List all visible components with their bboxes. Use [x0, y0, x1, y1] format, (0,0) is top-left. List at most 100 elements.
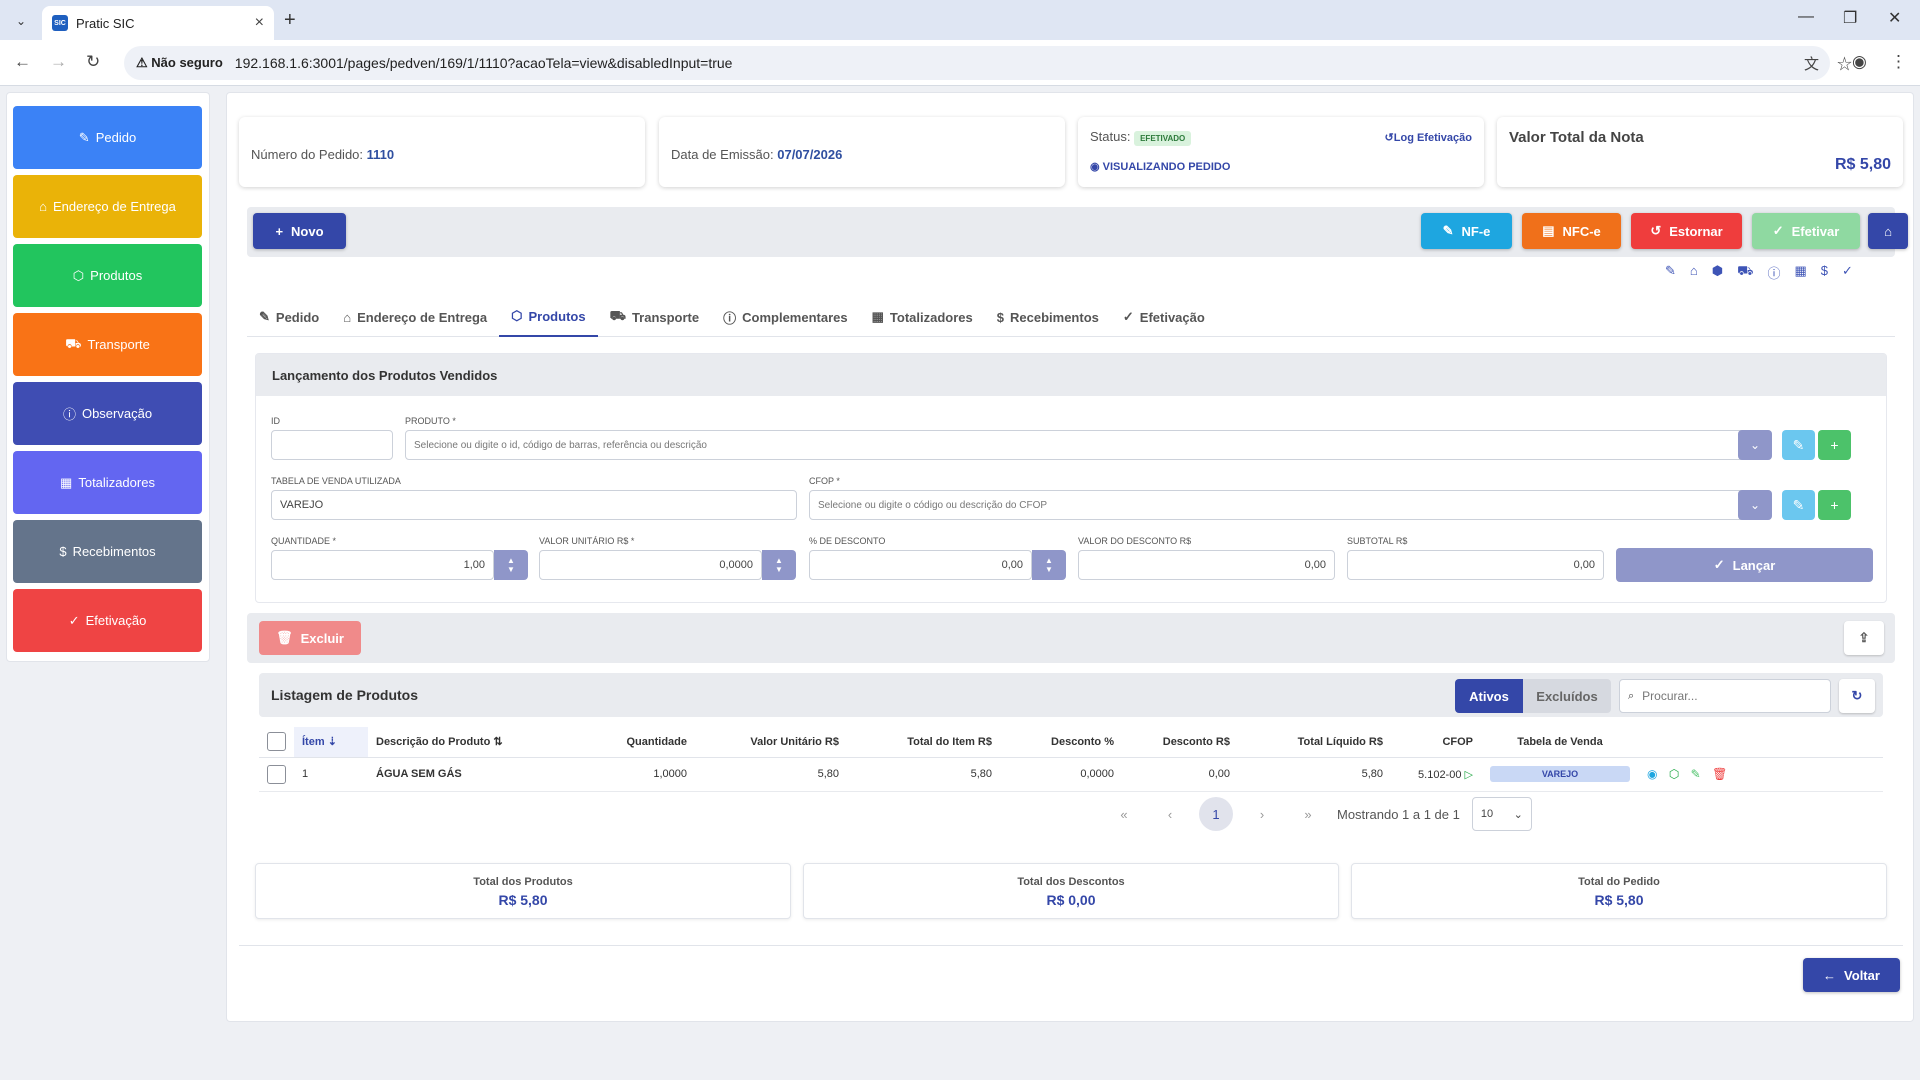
back-icon[interactable]: ← [14, 52, 31, 72]
disc-pct-input[interactable]: 0,00 [809, 550, 1032, 580]
first-page-icon[interactable]: « [1107, 797, 1141, 831]
sidebar-item-pedido[interactable]: ✎ Pedido [13, 106, 202, 169]
play-icon[interactable]: ▷ [1465, 769, 1473, 781]
nfe-button[interactable]: ✎ NF-e [1421, 213, 1512, 249]
new-button[interactable]: + Novo [253, 213, 346, 249]
launch-button[interactable]: ✓ Lançar [1616, 548, 1873, 582]
add-cfop-button[interactable]: + [1818, 490, 1851, 520]
tab-search-icon[interactable]: ⌄ [10, 10, 32, 32]
tab-produtos[interactable]: ⬡ Produtos [499, 297, 598, 337]
edit-cfop-button[interactable]: ✎ [1782, 490, 1815, 520]
edit-icon[interactable]: ✎ [1691, 767, 1701, 781]
forward-icon[interactable]: → [50, 52, 67, 72]
tab-endereco[interactable]: ⌂ Endereço de Entrega [331, 297, 499, 337]
box-icon[interactable]: ⬢ [1712, 263, 1723, 282]
back-button[interactable]: ← Voltar [1803, 958, 1900, 992]
sidebar-item-produtos[interactable]: ⬡ Produtos [13, 244, 202, 307]
info-icon: ⓘ [62, 407, 76, 422]
chevron-down-icon[interactable]: ⌄ [1738, 430, 1772, 460]
tab-transporte[interactable]: ⛟ Transporte [598, 297, 712, 337]
sidebar-item-efetivacao[interactable]: ✓ Efetivação [13, 589, 202, 652]
disc-pct-stepper[interactable]: ▲ ▼ [1032, 550, 1066, 580]
row-checkbox[interactable] [267, 764, 286, 784]
product-label: PRODUTO * [405, 416, 456, 426]
subtotal-input[interactable]: 0,00 [1347, 550, 1604, 580]
effect-button[interactable]: ✓ Efetivar [1752, 213, 1860, 249]
chevron-down-icon[interactable]: ⌄ [1738, 490, 1772, 520]
tab-efetivacao[interactable]: ✓ Efetivação [1111, 297, 1217, 337]
excluded-filter-button[interactable]: Excluídos [1523, 679, 1611, 713]
delete-toolbar: 🗑 Excluir ⇪ [247, 613, 1895, 663]
unit-price-stepper[interactable]: ▲ ▼ [762, 550, 796, 580]
browser-tab[interactable]: SIC Pratic SIC × [42, 6, 274, 40]
nfce-button[interactable]: ▤ NFC-e [1522, 213, 1621, 249]
info-icon: ⓘ [723, 310, 737, 326]
profile-icon[interactable]: ◉ [1852, 52, 1867, 72]
col-item[interactable]: Ítem ⇣ [294, 727, 368, 758]
export-button[interactable]: ⇪ [1844, 621, 1884, 655]
restore-icon[interactable]: ❐ [1843, 8, 1857, 28]
log-link[interactable]: ↺Log Efetivação [1385, 131, 1472, 144]
qty-stepper[interactable]: ▲ ▼ [494, 550, 528, 580]
issue-date-label: Data de Emissão: [671, 147, 774, 162]
minimize-icon[interactable]: — [1798, 8, 1814, 26]
price-table-label: TABELA DE VENDA UTILIZADA [271, 476, 401, 486]
last-page-icon[interactable]: » [1291, 797, 1325, 831]
url-field[interactable]: ⚠ Não seguro 192.168.1.6:3001/pages/pedv… [124, 46, 1830, 80]
info-icon[interactable]: ⓘ [1767, 263, 1780, 282]
form-title: Lançamento dos Produtos Vendidos [256, 354, 1886, 396]
cfop-select[interactable]: Selecione ou digite o código ou descriçã… [809, 490, 1772, 520]
edit-product-button[interactable]: ✎ [1782, 430, 1815, 460]
sidebar-item-transporte[interactable]: ⛟ Transporte [13, 313, 202, 376]
page-size-select[interactable]: 10 ⌄ [1471, 797, 1532, 831]
search-input[interactable]: ⌕ Procurar... [1619, 679, 1831, 713]
sidebar-item-endereco[interactable]: ⌂ Endereço de Entrega [13, 175, 202, 238]
add-product-button[interactable]: + [1818, 430, 1851, 460]
sidebar-item-totalizadores[interactable]: ▦ Totalizadores [13, 451, 202, 514]
reverse-button[interactable]: ↺ Estornar [1631, 213, 1742, 249]
home-button[interactable]: ⌂ [1868, 213, 1908, 249]
sidebar-item-recebimentos[interactable]: $ Recebimentos [13, 520, 202, 583]
cell-total: 5,80 [847, 757, 1000, 792]
close-tab-icon[interactable]: × [255, 14, 264, 32]
delete-button[interactable]: 🗑 Excluir [259, 621, 361, 655]
next-page-icon[interactable]: › [1245, 797, 1279, 831]
tab-complementares[interactable]: ⓘ Complementares [711, 297, 860, 337]
favicon-icon: SIC [52, 15, 68, 31]
menu-icon[interactable]: ⋮ [1890, 52, 1907, 72]
view-icon[interactable]: ◉ [1647, 767, 1657, 781]
box-icon: ⬡ [511, 308, 523, 323]
check-circle-icon[interactable]: ✓ [1842, 263, 1853, 282]
sidebar-item-observacao[interactable]: ⓘ Observação [13, 382, 202, 445]
tab-totalizadores[interactable]: ▦ Totalizadores [860, 297, 985, 337]
product-select[interactable]: Selecione ou digite o id, código de barr… [405, 430, 1772, 460]
home-icon[interactable]: ⌂ [1690, 263, 1698, 282]
check-circle-icon: ✓ [1122, 309, 1134, 324]
security-warning[interactable]: ⚠ Não seguro [136, 55, 223, 71]
qty-input[interactable]: 1,00 [271, 550, 494, 580]
action-toolbar: + Novo ✎ NF-e ▤ NFC-e ↺ Estornar ✓ Efetivar ⌂ [247, 207, 1908, 257]
close-window-icon[interactable]: ✕ [1888, 8, 1901, 28]
select-all-checkbox[interactable] [267, 732, 286, 752]
tab-pedido[interactable]: ✎ Pedido [247, 297, 331, 337]
prev-page-icon[interactable]: ‹ [1153, 797, 1187, 831]
box-icon[interactable]: ⬡ [1669, 767, 1679, 781]
id-input[interactable] [271, 430, 393, 460]
page-1[interactable]: 1 [1199, 797, 1233, 831]
calculator-icon[interactable]: ▦ [1795, 263, 1807, 282]
new-tab-icon[interactable]: + [284, 9, 296, 32]
refresh-button[interactable]: ↻ [1839, 679, 1875, 713]
cell-cfop: 5.102-00 ▷ [1391, 757, 1481, 792]
edit-icon[interactable]: ✎ [1665, 263, 1676, 282]
unit-price-input[interactable]: 0,0000 [539, 550, 762, 580]
active-filter-button[interactable]: Ativos [1455, 679, 1523, 713]
dollar-icon[interactable]: $ [1821, 263, 1828, 282]
truck-icon[interactable]: ⛟ [1737, 263, 1753, 282]
disc-val-input[interactable]: 0,00 [1078, 550, 1335, 580]
price-table-input[interactable]: VAREJO [271, 490, 797, 520]
quick-nav-icons: ✎ ⌂ ⬢ ⛟ ⓘ ▦ $ ✓ [1665, 263, 1853, 282]
trash-icon[interactable]: 🗑 [1712, 767, 1727, 781]
tab-recebimentos[interactable]: $ Recebimentos [985, 297, 1111, 337]
reload-icon[interactable]: ↻ [86, 52, 100, 72]
col-desc[interactable]: Descrição do Produto ⇅ [368, 727, 568, 758]
